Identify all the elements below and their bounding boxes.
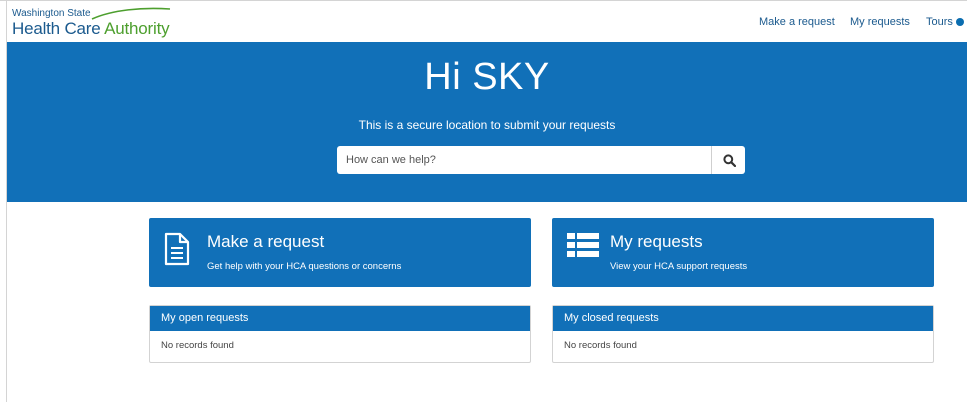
nav-make-a-request[interactable]: Make a request bbox=[759, 16, 835, 28]
tours-dot-icon bbox=[955, 18, 964, 26]
my-requests-card-subtitle: View your HCA support requests bbox=[610, 261, 748, 272]
hca-logo[interactable]: Washington State Health Care Authority bbox=[12, 7, 172, 39]
my-requests-card[interactable]: My requests View your HCA support reques… bbox=[552, 218, 934, 287]
open-requests-panel: My open requests No records found bbox=[149, 305, 531, 363]
search-box bbox=[337, 146, 745, 174]
nav-tours-label: Tours bbox=[926, 16, 953, 28]
nav-tours[interactable]: Tours bbox=[926, 16, 964, 28]
make-request-card-subtitle: Get help with your HCA questions or conc… bbox=[207, 261, 402, 272]
closed-requests-header: My closed requests bbox=[553, 306, 933, 331]
make-request-card[interactable]: Make a request Get help with your HCA qu… bbox=[149, 218, 531, 287]
logo-agency-text: Health Care Authority bbox=[12, 19, 170, 39]
search-input[interactable] bbox=[337, 146, 711, 174]
my-requests-card-title: My requests bbox=[610, 232, 703, 251]
document-icon bbox=[164, 232, 190, 266]
logo-agency-prefix: Health Care bbox=[12, 19, 105, 38]
hero-subtitle: This is a secure location to submit your… bbox=[358, 118, 616, 132]
hero-banner: Hi SKY This is a secure location to subm… bbox=[7, 42, 967, 202]
nav-my-requests[interactable]: My requests bbox=[850, 16, 910, 28]
logo-state-text: Washington State bbox=[12, 8, 91, 19]
page-title: Hi SKY bbox=[424, 56, 550, 98]
logo-agency-accent: Authority bbox=[104, 19, 170, 38]
list-icon bbox=[567, 233, 599, 257]
closed-requests-empty: No records found bbox=[564, 340, 637, 351]
open-requests-header: My open requests bbox=[150, 306, 530, 331]
search-icon bbox=[722, 153, 736, 167]
site-header: Washington State Health Care Authority M… bbox=[7, 1, 967, 42]
search-button[interactable] bbox=[711, 146, 746, 174]
closed-requests-panel: My closed requests No records found bbox=[552, 305, 934, 363]
make-request-card-title: Make a request bbox=[207, 232, 325, 251]
open-requests-empty: No records found bbox=[161, 340, 234, 351]
